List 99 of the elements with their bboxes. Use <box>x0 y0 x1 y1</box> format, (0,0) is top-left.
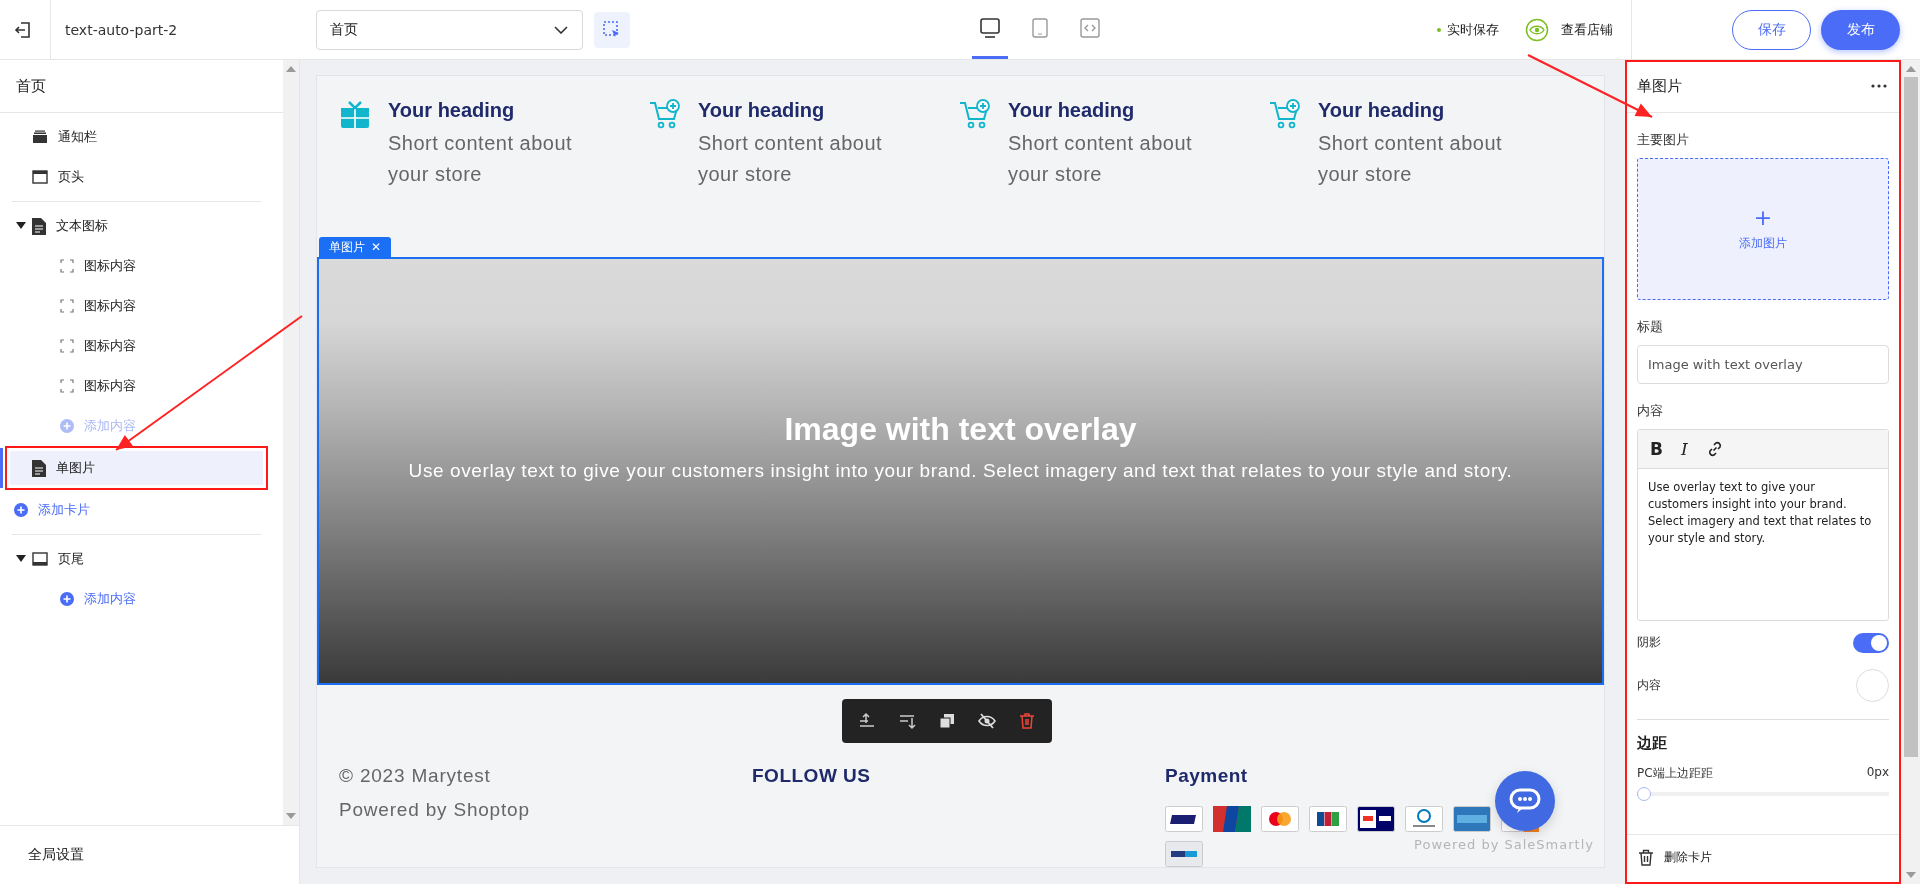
powered-by-text: Powered by Shoptop <box>339 799 531 821</box>
sidebar-item[interactable]: 页尾 <box>12 539 261 579</box>
site-name: text-auto-part-2 <box>50 0 178 59</box>
cart-icon <box>959 99 991 131</box>
feature-heading: Your heading <box>698 99 826 122</box>
scroll-up-icon[interactable] <box>1905 66 1916 72</box>
slider-thumb[interactable] <box>1637 787 1651 801</box>
notice-bar-icon <box>32 130 48 144</box>
card-logo <box>1213 806 1251 832</box>
copy-icon[interactable] <box>937 712 956 730</box>
scroll-down-icon[interactable] <box>1905 872 1916 878</box>
document-icon <box>32 459 46 477</box>
chat-powered-text: Powered by SaleSmartly <box>1414 837 1594 852</box>
field-label: 阴影 <box>1637 634 1661 651</box>
publish-button[interactable]: 发布 <box>1821 9 1900 50</box>
select-tool-button[interactable] <box>594 11 630 48</box>
feature-text: Short content about your store <box>1318 131 1504 187</box>
card-logo <box>1261 806 1299 832</box>
field-label: 主要图片 <box>1637 131 1690 149</box>
scroll-down-icon[interactable] <box>286 813 296 819</box>
add-icon <box>60 592 74 606</box>
move-up-icon[interactable] <box>857 712 876 730</box>
content-editor[interactable]: Use overlay text to give your customers insight into your brand. Select imagery and text that relates to your style and story. <box>1638 469 1888 620</box>
global-settings-item[interactable]: 全局设置 <box>0 825 299 884</box>
block-tag-label: 单图片 <box>329 238 365 256</box>
card-logo <box>1309 806 1347 832</box>
close-icon[interactable]: ✕ <box>371 240 382 254</box>
sidebar-item[interactable]: 添加卡片 <box>12 490 261 530</box>
move-down-icon[interactable] <box>897 712 916 730</box>
field-label: 标题 <box>1637 318 1664 336</box>
sidebar-item[interactable]: 图标内容 <box>12 326 261 366</box>
feature-heading: Your heading <box>1008 99 1136 122</box>
feature-text: Short content about your store <box>698 131 884 187</box>
field-label: 内容 <box>1637 402 1664 420</box>
feature-heading: Your heading <box>1318 99 1446 122</box>
frame-icon <box>60 299 74 313</box>
add-icon <box>60 419 74 433</box>
trash-icon[interactable] <box>1638 849 1654 866</box>
header-icon <box>32 170 48 184</box>
slider-value: 0px <box>1866 765 1889 781</box>
autosave-label: 实时保存 <box>1447 20 1499 39</box>
card-logo <box>1453 806 1491 832</box>
tablet-icon <box>1029 17 1051 39</box>
page-select[interactable]: 首页 <box>316 9 583 50</box>
frame-icon <box>60 379 74 393</box>
feature-text: Short content about your store <box>1008 131 1194 187</box>
shadow-toggle[interactable] <box>1853 632 1889 653</box>
sidebar-item[interactable]: 文本图标 <box>12 206 261 246</box>
footer-heading: FOLLOW US <box>752 765 872 787</box>
caret-icon[interactable] <box>16 222 26 230</box>
document-icon <box>32 217 46 235</box>
delete-icon[interactable] <box>1017 712 1036 730</box>
scroll-up-icon[interactable] <box>286 66 296 72</box>
feature-text: Short content about your store <box>388 131 574 187</box>
italic-button[interactable]: I <box>1680 439 1688 459</box>
card-logo <box>1357 806 1395 832</box>
chevron-icon <box>554 25 568 34</box>
code-icon <box>1079 17 1101 39</box>
scrollbar-thumb[interactable] <box>1903 77 1918 757</box>
sidebar-item[interactable]: 添加内容 <box>12 579 261 619</box>
hidden-icon[interactable] <box>977 712 996 730</box>
view-store-link[interactable]: 查看店铺 <box>1561 20 1613 39</box>
card-logo <box>1165 806 1203 832</box>
save-button[interactable]: 保存 <box>1732 9 1811 50</box>
section-title: 边距 <box>1637 734 1668 753</box>
panel-title: 单图片 <box>1637 76 1682 96</box>
monitor-icon <box>979 17 1001 39</box>
card-logo <box>1405 806 1443 832</box>
footer-icon <box>32 552 48 566</box>
caret-icon[interactable] <box>16 555 26 563</box>
sidebar-item[interactable]: 页头 <box>12 157 261 197</box>
sidebar-item[interactable]: 通知栏 <box>12 117 261 157</box>
upload-label: 添加图片 <box>1739 234 1787 252</box>
sidebar-item[interactable]: 图标内容 <box>12 366 261 406</box>
feature-heading: Your heading <box>388 99 516 122</box>
cart-icon <box>1269 99 1301 131</box>
eye-icon[interactable] <box>1525 17 1549 42</box>
sidebar-item[interactable]: 图标内容 <box>12 246 261 286</box>
plus-icon: + <box>1753 206 1773 229</box>
copyright-text: © 2023 Marytest <box>339 765 492 787</box>
exit-icon[interactable] <box>14 20 32 39</box>
footer-heading: Payment <box>1165 765 1249 787</box>
gift-icon <box>339 99 371 131</box>
add-icon <box>14 503 28 517</box>
image-upload-area[interactable]: + 添加图片 <box>1637 158 1889 300</box>
status-dot <box>1437 27 1441 32</box>
cart-icon <box>649 99 681 131</box>
delete-card-link[interactable]: 删除卡片 <box>1664 849 1712 866</box>
color-swatch[interactable] <box>1856 669 1889 702</box>
banner-text: Use overlay text to give your customers insight into your brand. Select imagery and text that relates to your style and story. <box>408 459 1513 482</box>
frame-icon <box>60 259 74 273</box>
title-input[interactable]: Image with text overlay <box>1637 345 1889 384</box>
more-icon[interactable] <box>1871 84 1887 88</box>
banner-title: Image with text overlay <box>784 410 1137 448</box>
frame-icon <box>60 339 74 353</box>
field-label: 内容 <box>1637 677 1661 694</box>
field-label: PC端上边距距 <box>1637 765 1713 782</box>
bold-button[interactable]: B <box>1650 439 1663 459</box>
sidebar-item[interactable]: 图标内容 <box>12 286 261 326</box>
